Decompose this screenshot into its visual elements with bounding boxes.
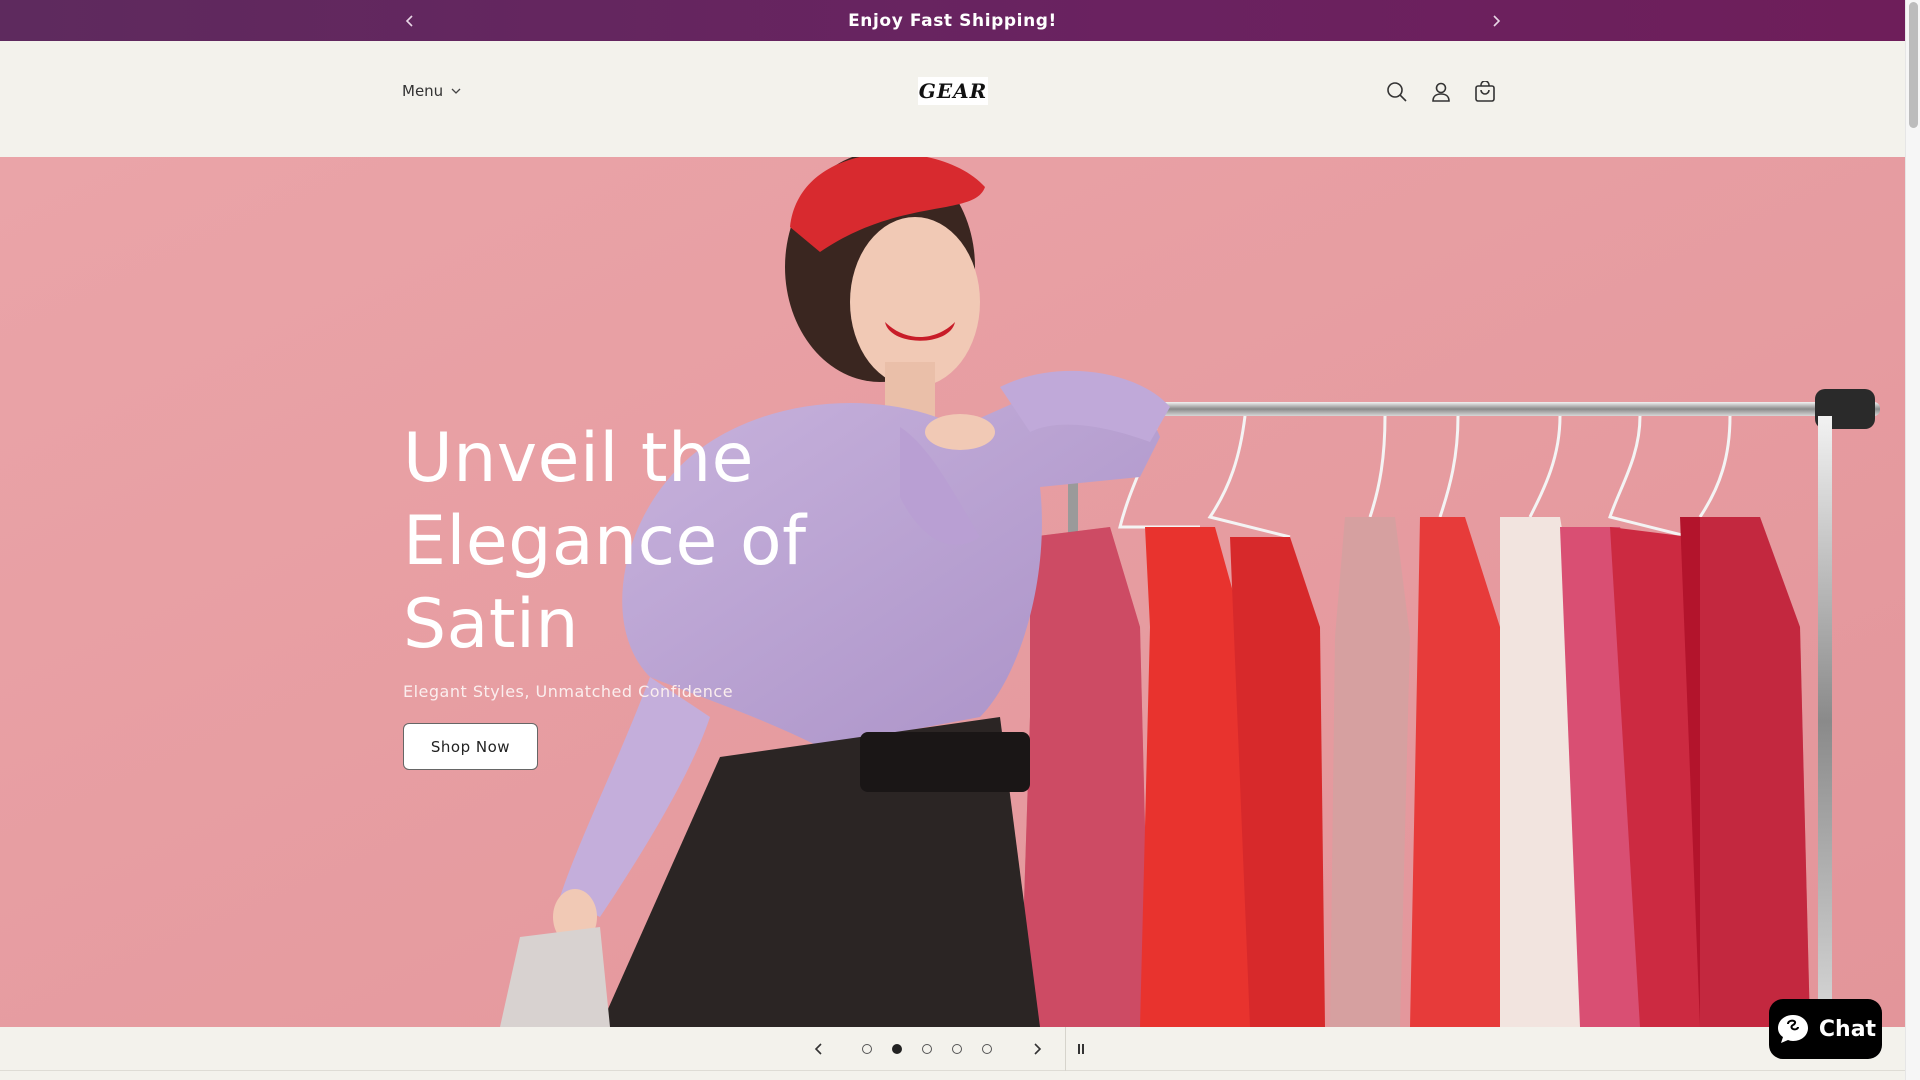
- search-icon: [1387, 82, 1407, 102]
- slide-dot-3[interactable]: [922, 1044, 932, 1054]
- slide-pause-button[interactable]: [1066, 1027, 1096, 1071]
- hero-image: [0, 157, 1905, 1027]
- announcement-next-button[interactable]: [1481, 0, 1511, 41]
- chevron-left-icon: [405, 14, 413, 27]
- hero-title-line-2: Elegance of: [403, 502, 807, 581]
- slide-dot-4[interactable]: [952, 1044, 962, 1054]
- hero-title-line-3: Satin: [403, 585, 579, 664]
- chat-bubble-icon: [1777, 1015, 1808, 1043]
- chevron-right-icon: [1493, 14, 1501, 27]
- chevron-down-icon: [451, 88, 461, 94]
- hero-text: Unveil the Elegance of Satin Elegant Sty…: [403, 417, 923, 701]
- account-icon: [1432, 82, 1450, 102]
- slide-prev-button[interactable]: [804, 1027, 834, 1071]
- cart-icon: [1475, 81, 1495, 102]
- chat-label: Chat: [1818, 1016, 1877, 1042]
- hero-banner: Unveil the Elegance of Satin Elegant Sty…: [0, 157, 1905, 1027]
- announcement-bar: Enjoy Fast Shipping!: [0, 0, 1905, 41]
- site-header: Menu GEAR: [0, 41, 1905, 157]
- cart-button[interactable]: [1468, 75, 1502, 109]
- pause-icon: [1078, 1044, 1084, 1054]
- site-logo[interactable]: GEAR: [918, 77, 988, 105]
- chat-button[interactable]: Chat: [1769, 999, 1882, 1059]
- account-button[interactable]: [1424, 75, 1458, 109]
- page-scrollbar[interactable]: [1905, 0, 1920, 1080]
- slide-dot-2[interactable]: [892, 1044, 902, 1054]
- chevron-right-icon: [1034, 1043, 1042, 1055]
- slideshow-controls: [0, 1027, 1905, 1071]
- hero-title: Unveil the Elegance of Satin: [403, 417, 923, 666]
- announcement-prev-button[interactable]: [395, 0, 425, 41]
- slide-dot-5[interactable]: [982, 1044, 992, 1054]
- chevron-left-icon: [814, 1043, 822, 1055]
- slide-dot-1[interactable]: [862, 1044, 872, 1054]
- hero-title-line-1: Unveil the: [403, 419, 754, 498]
- menu-button[interactable]: Menu: [402, 82, 461, 100]
- shop-now-button[interactable]: Shop Now: [403, 723, 538, 770]
- search-button[interactable]: [1380, 75, 1414, 109]
- slide-next-button[interactable]: [1022, 1027, 1052, 1071]
- scrollbar-thumb[interactable]: [1909, 2, 1918, 128]
- hero-subtitle: Elegant Styles, Unmatched Confidence: [403, 682, 734, 701]
- menu-label: Menu: [402, 82, 444, 100]
- announcement-message: Enjoy Fast Shipping!: [848, 10, 1057, 31]
- logo-text: GEAR: [918, 79, 988, 103]
